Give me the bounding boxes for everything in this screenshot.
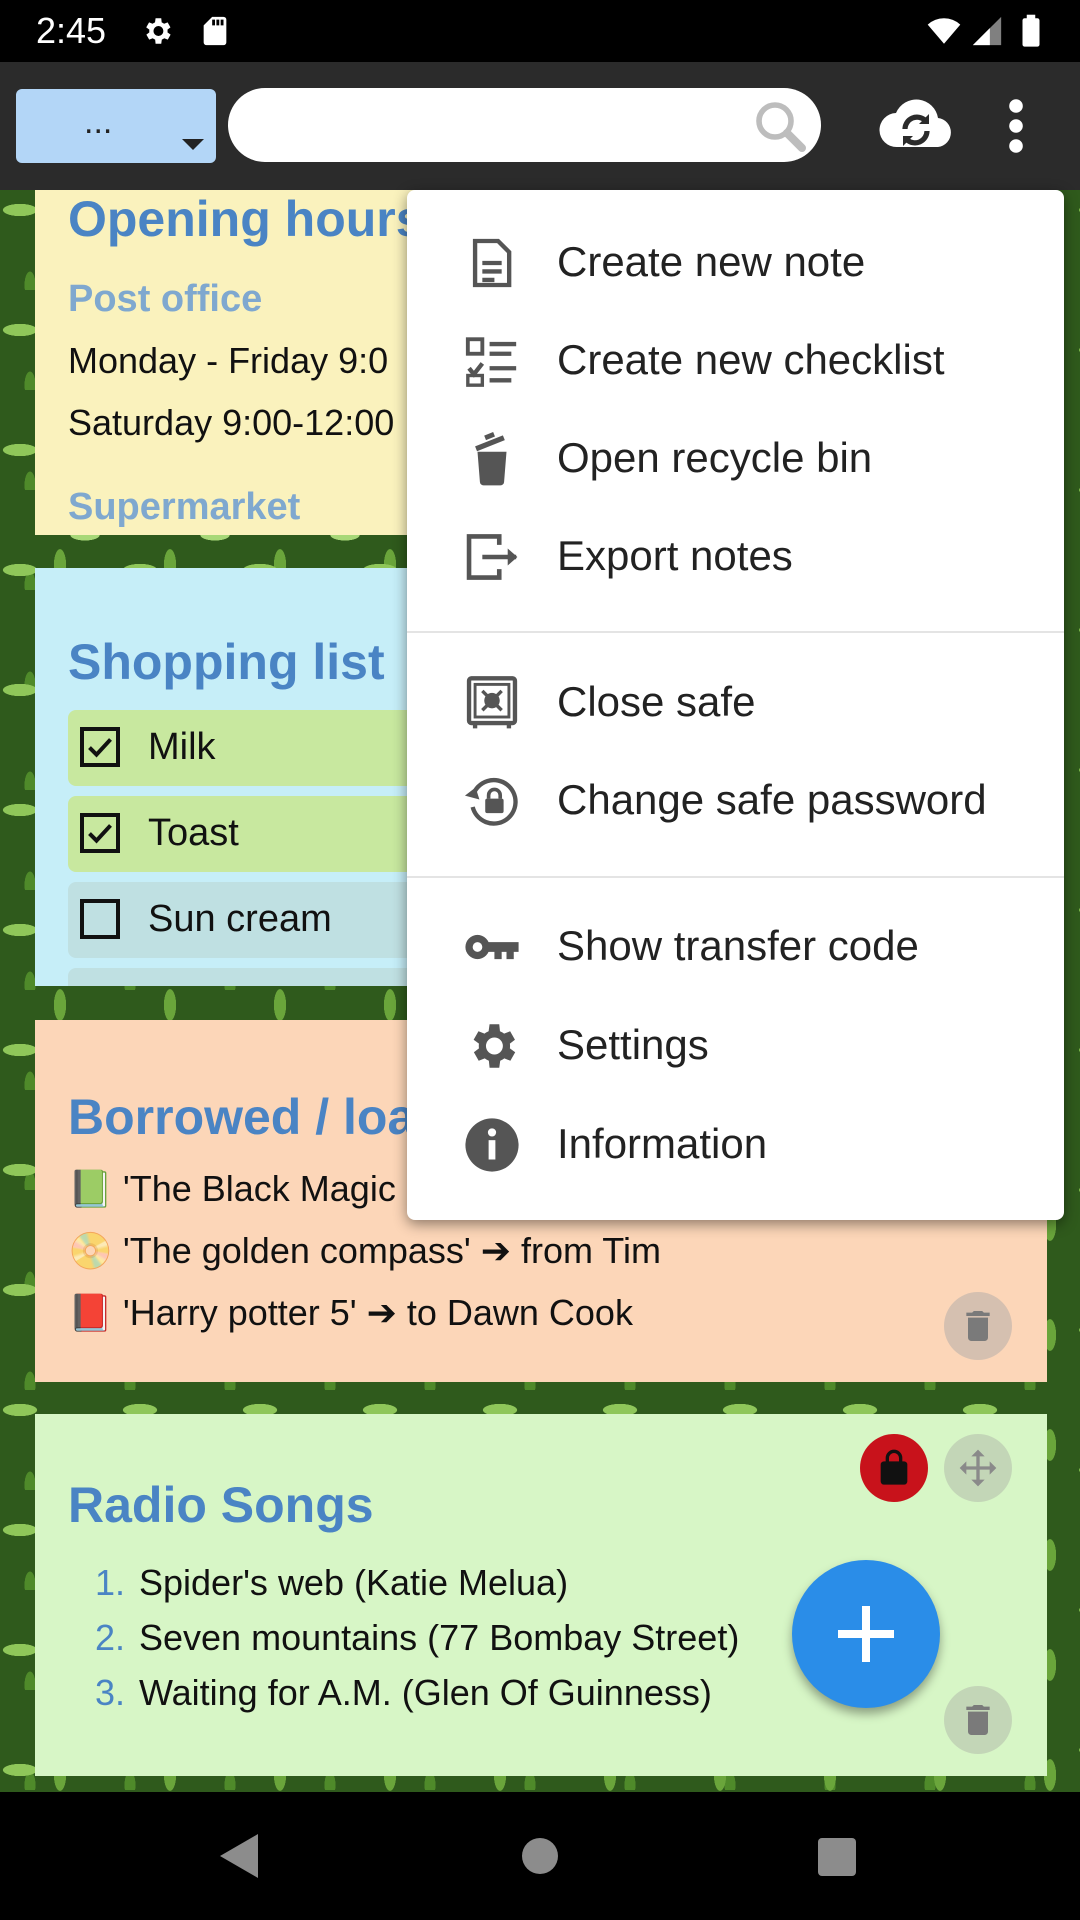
note-line: 📕 'Harry potter 5' ➔ to Dawn Cook — [68, 1292, 633, 1333]
recents-icon[interactable] — [818, 1838, 856, 1876]
menu-item-close-safe[interactable]: Close safe — [407, 652, 1064, 750]
status-time: 2:45 — [36, 10, 107, 51]
menu-item-settings[interactable]: Settings — [407, 995, 1064, 1093]
info-icon — [465, 1118, 519, 1172]
delete-note-button[interactable] — [944, 1292, 1012, 1360]
checkbox-checked[interactable] — [80, 727, 120, 767]
note-subheading: Supermarket — [68, 486, 301, 528]
search-input[interactable] — [252, 102, 736, 148]
note-title: Shopping list — [68, 634, 385, 690]
search-bar — [228, 88, 821, 162]
lock-icon — [880, 1449, 908, 1485]
checklist-icon — [465, 337, 517, 387]
book-icon: 📗 — [68, 1168, 113, 1209]
filter-dropdown[interactable]: ... — [16, 89, 216, 163]
menu-item-label: Export notes — [557, 532, 793, 579]
menu-item-label: Change safe password — [557, 776, 987, 823]
note-line: Saturday 9:00-12:00 — [68, 402, 395, 443]
gear-icon — [146, 18, 171, 44]
disc-icon: 📀 — [68, 1230, 113, 1271]
menu-item-label: Open recycle bin — [557, 434, 873, 481]
key-icon — [465, 934, 519, 960]
lock-reset-icon — [464, 777, 518, 826]
menu-item-label: Settings — [557, 1021, 709, 1068]
menu-item-label: Close safe — [557, 678, 756, 725]
menu-item-label: Show transfer code — [557, 922, 919, 969]
menu-item-export-notes[interactable]: Export notes — [407, 506, 1064, 604]
menu-divider — [407, 631, 1064, 633]
menu-item-label: Create new note — [557, 238, 866, 285]
overflow-menu: Create new note Create new checklist Ope… — [407, 190, 1064, 1220]
note-title: Radio Songs — [68, 1477, 374, 1533]
menu-item-recycle-bin[interactable]: Open recycle bin — [407, 408, 1064, 506]
gear-icon — [473, 1024, 516, 1068]
checklist-item-label: Sun cream — [148, 898, 332, 940]
menu-item-information[interactable]: Information — [407, 1094, 1064, 1192]
signal-icon — [972, 16, 1002, 46]
note-line: 📗 'The Black Magic — [68, 1168, 396, 1209]
back-icon[interactable] — [218, 1832, 260, 1880]
chevron-down-icon — [182, 139, 204, 150]
trash-icon — [966, 1311, 990, 1341]
note-line: Monday - Friday 9:0 — [68, 340, 389, 381]
move-note-button[interactable] — [944, 1434, 1012, 1502]
menu-item-create-note[interactable]: Create new note — [407, 212, 1064, 310]
note-title: Opening hours — [68, 191, 424, 247]
status-bar: 2:45 — [0, 0, 1080, 62]
checklist-item-label: Toast — [148, 812, 239, 854]
checkbox-unchecked[interactable] — [80, 899, 120, 939]
menu-item-show-transfer-code[interactable]: Show transfer code — [407, 896, 1064, 994]
recycle-bin-icon — [475, 431, 507, 486]
list-item: 1. Spider's web (Katie Melua) — [95, 1562, 569, 1603]
cloud-sync-icon[interactable] — [878, 93, 954, 157]
list-item: 3. Waiting for A.M. (Glen Of Guinness) — [95, 1672, 712, 1713]
add-note-button[interactable] — [792, 1560, 940, 1708]
search-icon[interactable] — [754, 100, 806, 152]
note-title: Borrowed / loa — [68, 1089, 416, 1145]
book-icon: 📕 — [68, 1292, 113, 1333]
home-icon[interactable] — [522, 1838, 558, 1874]
list-item: 2. Seven mountains (77 Bombay Street) — [95, 1617, 740, 1658]
more-vert-icon[interactable] — [998, 98, 1034, 154]
export-icon — [466, 534, 518, 580]
note-subheading: Post office — [68, 278, 263, 320]
trash-icon — [966, 1705, 990, 1735]
menu-item-label: Information — [557, 1120, 768, 1167]
menu-item-change-safe-password[interactable]: Change safe password — [407, 750, 1064, 848]
lock-button[interactable] — [860, 1434, 928, 1502]
menu-divider — [407, 876, 1064, 878]
checkbox-checked[interactable] — [80, 813, 120, 853]
menu-item-label: Create new checklist — [557, 336, 945, 383]
note-icon — [472, 238, 512, 288]
safe-icon — [466, 676, 518, 729]
battery-icon — [1022, 14, 1040, 47]
menu-item-create-checklist[interactable]: Create new checklist — [407, 310, 1064, 408]
wifi-icon — [927, 18, 961, 44]
delete-note-button[interactable] — [944, 1686, 1012, 1754]
move-icon — [959, 1449, 997, 1487]
filter-label: ... — [84, 103, 113, 141]
checklist-item-label: Milk — [148, 726, 216, 768]
note-line: 📀 'The golden compass' ➔ from Tim — [68, 1230, 661, 1271]
sd-card-icon — [203, 16, 227, 46]
navigation-bar — [0, 1792, 1080, 1920]
toolbar: ... — [0, 62, 1080, 190]
